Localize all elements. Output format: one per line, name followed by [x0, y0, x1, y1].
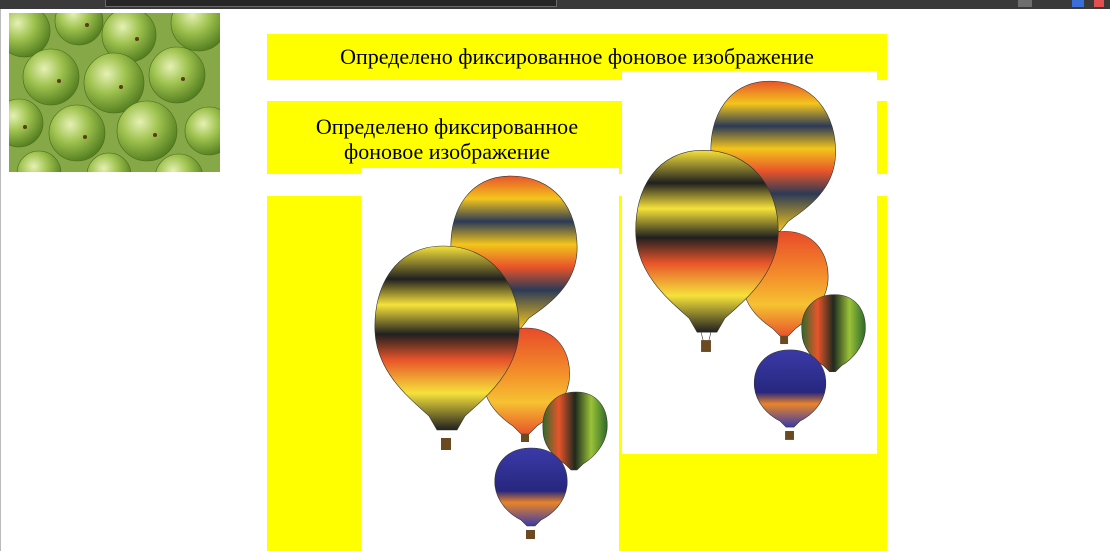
heading-top: Определено фиксированное фоновое изображ…: [340, 44, 814, 69]
extension-icon[interactable]: [1072, 0, 1084, 7]
browser-top-strip: [0, 0, 1110, 9]
window-control[interactable]: [1018, 0, 1032, 7]
window-border: [0, 9, 1, 551]
heading-middle: Определено фиксированное фоновое изображ…: [315, 114, 579, 164]
apples-background-image: [9, 13, 220, 172]
balloons-background-image: [361, 168, 619, 551]
balloons-background-image: [622, 71, 877, 454]
address-bar[interactable]: [105, 0, 557, 7]
close-icon[interactable]: [1094, 0, 1104, 7]
